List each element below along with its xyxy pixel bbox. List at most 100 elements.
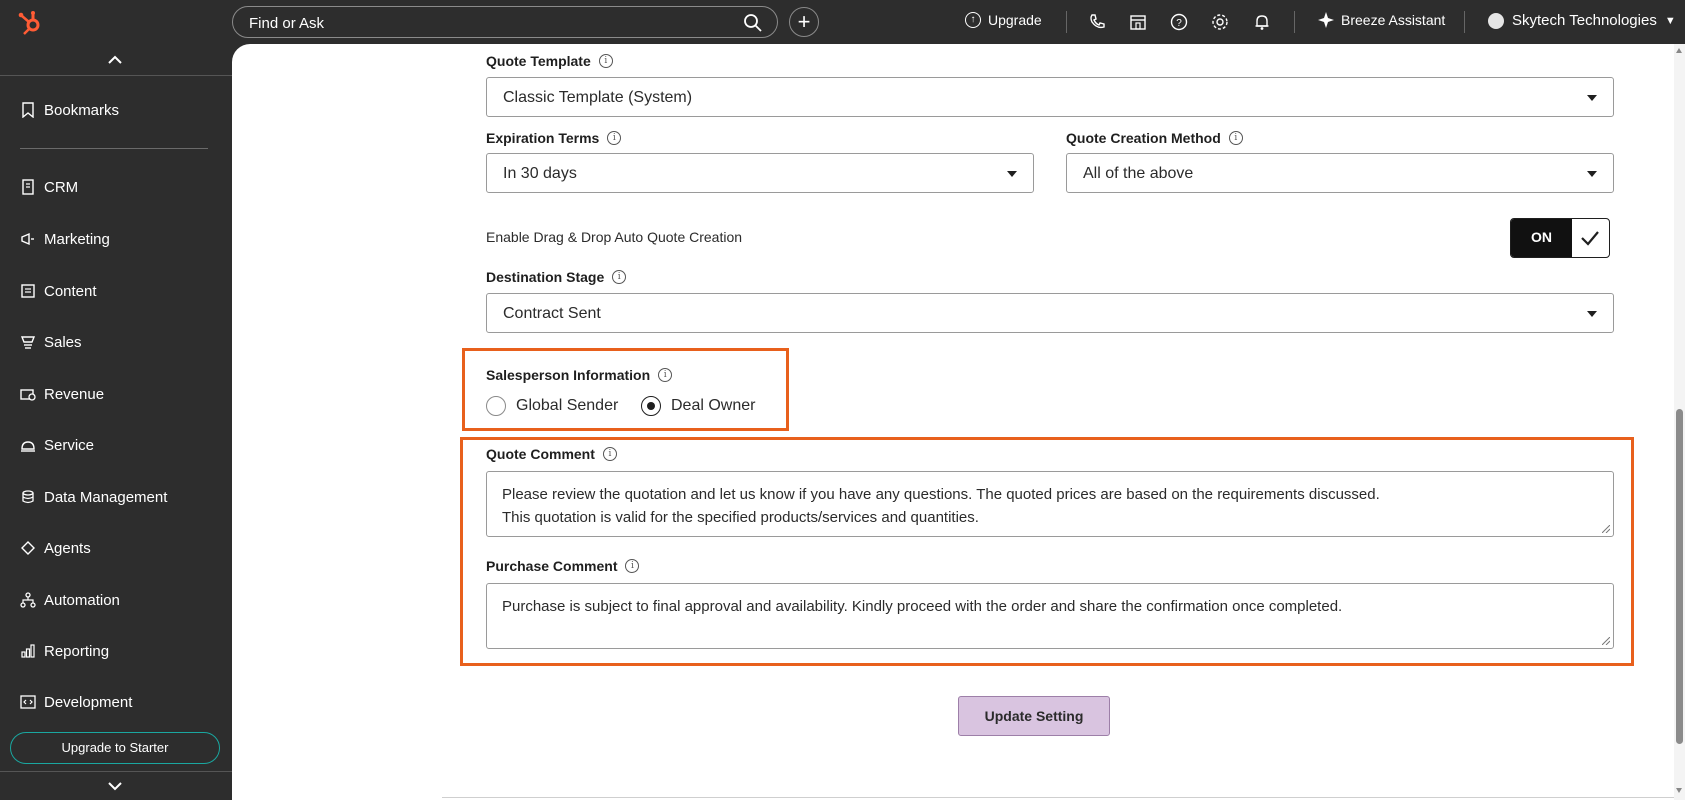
sidebar-item-agents[interactable]: Agents <box>20 536 91 560</box>
agents-diamond-icon <box>21 541 35 555</box>
field-label: Salesperson Information <box>486 367 651 383</box>
update-setting-button[interactable]: Update Setting <box>958 696 1110 736</box>
salesperson-highlight-box <box>462 348 789 431</box>
sidebar-item-label: Content <box>44 282 97 300</box>
scrollbar-thumb[interactable] <box>1676 409 1683 744</box>
quote-creation-method-select[interactable]: All of the above <box>1066 153 1614 193</box>
avatar <box>1488 12 1504 29</box>
divider <box>1464 11 1465 33</box>
chevron-down-icon[interactable] <box>105 778 125 794</box>
selected-value: Classic Template (System) <box>503 89 693 106</box>
upgrade-button[interactable]: ↑ Upgrade <box>965 12 1042 28</box>
info-icon[interactable]: i <box>607 131 622 145</box>
sidebar-item-crm[interactable]: CRM <box>20 175 78 199</box>
sidebar-item-label: Bookmarks <box>44 101 120 119</box>
info-icon[interactable]: i <box>625 559 640 573</box>
chevron-down-icon: ▼ <box>1664 14 1676 27</box>
search-input[interactable]: Find or Ask <box>232 6 778 38</box>
gear-icon[interactable] <box>1210 12 1230 32</box>
caret-down-icon <box>1587 95 1597 101</box>
create-new-button[interactable]: + <box>789 7 819 37</box>
checkmark-icon <box>1581 231 1599 246</box>
sidebar-item-content[interactable]: Content <box>20 279 97 303</box>
quote-template-select[interactable]: Classic Template (System) <box>486 77 1614 117</box>
sidebar-item-label: Automation <box>44 591 120 609</box>
info-icon[interactable]: i <box>602 447 617 461</box>
sidebar-item-label: Development <box>44 693 133 711</box>
resize-handle-icon[interactable] <box>1602 637 1610 645</box>
quote-comment-textarea[interactable]: Please review the quotation and let us k… <box>486 471 1614 537</box>
sidebar-item-label: Data Management <box>44 488 168 506</box>
radio-global-sender[interactable]: Global Sender <box>486 396 618 416</box>
quote-comment-line: This quotation is valid for the specifie… <box>502 509 979 526</box>
radio-label: Global Sender <box>516 397 619 414</box>
breeze-assistant-button[interactable]: Breeze Assistant <box>1318 12 1445 28</box>
sidebar-item-revenue[interactable]: Revenue <box>20 382 104 406</box>
divider <box>0 75 232 76</box>
sidebar-item-marketing[interactable]: Marketing <box>20 227 110 251</box>
sidebar-item-development[interactable]: Development <box>20 690 132 714</box>
content-icon <box>21 284 35 298</box>
code-icon <box>20 695 36 709</box>
account-menu[interactable]: Skytech Technologies ▼ <box>1488 12 1676 29</box>
sidebar-item-automation[interactable]: Automation <box>20 588 120 612</box>
top-nav-bar: Find or Ask + ↑ Upgrade ? Breeze Assista <box>0 0 1685 44</box>
caret-down-icon <box>1587 171 1597 177</box>
breeze-assistant-label: Breeze Assistant <box>1341 12 1446 28</box>
drag-drop-label: Enable Drag & Drop Auto Quote Creation <box>486 229 743 245</box>
radio-circle <box>486 396 506 416</box>
service-bell-icon <box>21 441 35 452</box>
quote-template-label: Quote Template i <box>486 53 613 69</box>
info-icon[interactable]: i <box>658 368 673 382</box>
hubspot-logo-icon[interactable] <box>14 8 44 36</box>
selected-value: Contract Sent <box>503 305 601 322</box>
revenue-icon <box>20 389 36 401</box>
help-icon[interactable]: ? <box>1169 12 1189 32</box>
sidebar-item-label: Revenue <box>44 385 105 403</box>
purchase-comment-text: Purchase is subject to final approval an… <box>502 598 1343 615</box>
expiration-terms-select[interactable]: In 30 days <box>486 153 1034 193</box>
sidebar-item-bookmarks[interactable]: Bookmarks <box>20 98 119 122</box>
sidebar-item-sales[interactable]: Sales <box>20 330 82 354</box>
crm-icon <box>22 179 34 195</box>
quote-comment-label: Quote Comment i <box>486 446 617 462</box>
divider <box>1294 11 1295 33</box>
radio-label: Deal Owner <box>671 397 756 414</box>
drag-drop-toggle[interactable]: ON <box>1510 218 1610 258</box>
salesperson-info-label: Salesperson Information i <box>486 367 673 383</box>
upgrade-to-starter-button[interactable]: Upgrade to Starter <box>10 732 220 764</box>
purchase-comment-textarea[interactable]: Purchase is subject to final approval an… <box>486 583 1614 649</box>
field-label: Destination Stage <box>486 269 605 285</box>
destination-stage-select[interactable]: Contract Sent <box>486 293 1614 333</box>
divider <box>20 148 208 149</box>
chevron-up-icon[interactable] <box>105 52 125 68</box>
bell-icon[interactable] <box>1252 12 1272 32</box>
phone-icon[interactable] <box>1087 12 1107 32</box>
sidebar-item-label: Marketing <box>44 230 110 248</box>
sidebar-item-label: Service <box>44 436 95 454</box>
info-icon[interactable]: i <box>1228 131 1243 145</box>
scroll-up-icon[interactable] <box>1676 48 1682 53</box>
search-icon[interactable] <box>743 13 763 33</box>
sparkle-icon <box>1318 12 1334 28</box>
sidebar-item-data-management[interactable]: Data Management <box>20 485 167 509</box>
sidebar-item-service[interactable]: Service <box>20 433 94 457</box>
sidebar-item-label: Reporting <box>44 642 110 660</box>
field-label: Expiration Terms <box>486 130 600 146</box>
field-label: Purchase Comment <box>486 558 618 574</box>
sidebar-item-reporting[interactable]: Reporting <box>20 639 109 663</box>
scroll-down-icon[interactable] <box>1676 788 1682 793</box>
arrow-up-circle-icon: ↑ <box>965 12 981 28</box>
vertical-scrollbar[interactable] <box>1674 44 1685 800</box>
marketplace-icon[interactable] <box>1128 12 1148 32</box>
info-icon[interactable]: i <box>598 54 613 68</box>
settings-panel: Quote Template i Classic Template (Syste… <box>232 44 1685 800</box>
field-label: Quote Template <box>486 53 591 69</box>
field-label: Quote Comment <box>486 446 595 462</box>
info-icon[interactable]: i <box>612 270 627 284</box>
resize-handle-icon[interactable] <box>1602 525 1610 533</box>
radio-deal-owner[interactable]: Deal Owner <box>641 396 755 416</box>
svg-text:?: ? <box>1176 18 1182 29</box>
divider <box>442 797 1685 798</box>
selected-value: All of the above <box>1083 165 1194 182</box>
